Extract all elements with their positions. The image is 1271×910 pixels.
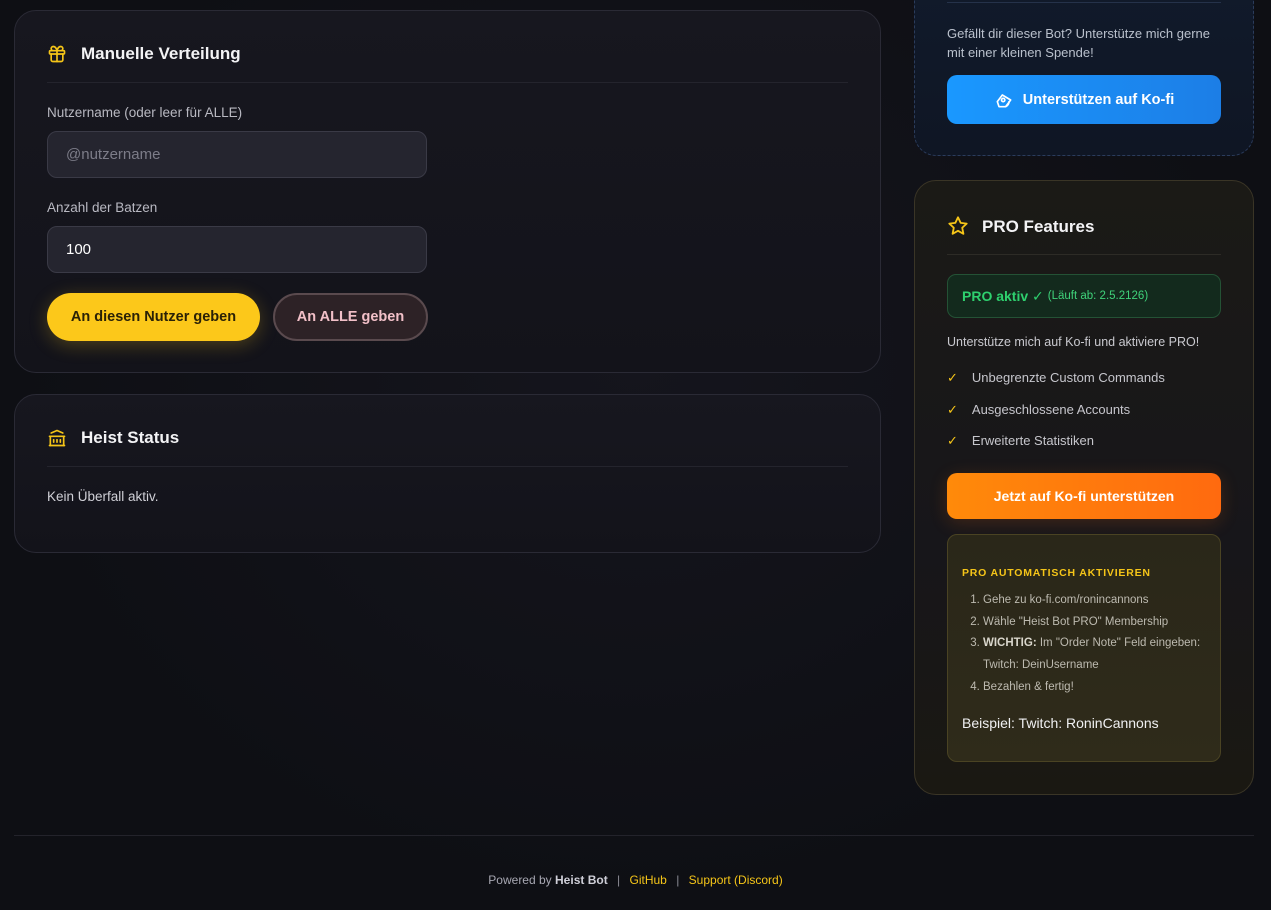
- pro-auto-title: PRO AUTOMATISCH AKTIVIEREN: [962, 567, 1151, 579]
- give-user-button[interactable]: An diesen Nutzer geben: [47, 293, 260, 341]
- amount-label: Anzahl der Batzen: [47, 200, 158, 215]
- pro-feature-item: ✓ Ausgeschlossene Accounts: [947, 402, 1221, 434]
- pro-feature-label: Ausgeschlossene Accounts: [971, 401, 1131, 417]
- heist-status-card: Heist Status Kein Überfall aktiv.: [14, 394, 881, 553]
- pro-feature-label: Unbegrenzte Custom Commands: [971, 370, 1165, 385]
- pro-auto-step: Wähle "Heist Bot PRO" Membership: [983, 612, 1208, 634]
- kofi-donate-button[interactable]: Unterstützen auf Ko-fi: [947, 75, 1221, 124]
- footer-divider: [14, 835, 1254, 836]
- kofi-donate-label: Unterstützen auf Ko-fi: [1022, 91, 1175, 108]
- check-icon: ✓: [947, 401, 958, 417]
- gift-icon: [47, 44, 67, 64]
- pro-auto-step: Gehe zu ko-fi.com/ronincannons: [983, 590, 1208, 612]
- manual-actions: An diesen Nutzer geben An ALLE geben: [47, 293, 848, 341]
- kofi-pro-button[interactable]: Jetzt auf Ko-fi unterstützen: [947, 473, 1221, 519]
- donate-text: Gefällt dir dieser Bot? Unterstütze mich…: [947, 26, 1211, 60]
- check-icon: ✓: [947, 433, 958, 448]
- kofi-cup-icon: [994, 90, 1014, 110]
- pro-feature-label: Erweiterte Statistiken: [971, 433, 1095, 448]
- footer-github-link[interactable]: GitHub: [630, 873, 667, 887]
- footer-separator: |: [617, 873, 621, 887]
- footer-separator: |: [676, 873, 680, 887]
- pro-support-text: Unterstütze mich auf Ko-fi und aktiviere…: [947, 335, 1200, 349]
- give-all-button[interactable]: An ALLE geben: [273, 293, 428, 341]
- username-input[interactable]: [47, 131, 427, 178]
- heist-status-title: Heist Status: [81, 428, 180, 447]
- pro-feature-item: ✓ Unbegrenzte Custom Commands: [947, 370, 1221, 402]
- pro-feature-item: ✓ Erweiterte Statistiken: [947, 433, 1221, 465]
- pro-auto-step: WICHTIG: Im "Order Note" Feld eingeben: …: [983, 633, 1208, 676]
- username-label: Nutzername (oder leer für ALLE): [47, 105, 243, 120]
- pro-active-label: PRO aktiv ✓: [962, 287, 1044, 304]
- footer: Powered by Heist Bot | GitHub | Support …: [0, 873, 1271, 887]
- pro-auto-activate-box: PRO AUTOMATISCH AKTIVIEREN Gehe zu ko-fi…: [947, 534, 1221, 762]
- manual-distribution-header: Manuelle Verteilung: [47, 44, 848, 83]
- footer-brand: Heist Bot: [555, 873, 608, 887]
- footer-powered-by: Powered by: [488, 873, 552, 887]
- heist-status-header: Heist Status: [47, 428, 848, 467]
- pro-active-badge: PRO aktiv ✓ (Läuft ab: 2.5.2126): [947, 274, 1221, 318]
- pro-auto-example: Beispiel: Twitch: RoninCannons: [962, 715, 1159, 731]
- pro-auto-steps: Gehe zu ko-fi.com/ronincannons Wähle "He…: [962, 590, 1208, 699]
- pro-features-header: PRO Features: [947, 215, 1221, 255]
- check-icon: ✓: [947, 370, 958, 385]
- donate-divider: [947, 2, 1221, 3]
- pro-features-title: PRO Features: [982, 217, 1095, 236]
- pro-feature-list: ✓ Unbegrenzte Custom Commands ✓ Ausgesch…: [947, 370, 1221, 465]
- pro-auto-step: Bezahlen & fertig!: [983, 677, 1208, 699]
- heist-status-text: Kein Überfall aktiv.: [47, 489, 159, 504]
- manual-distribution-title: Manuelle Verteilung: [81, 44, 241, 63]
- pro-features-card: PRO Features PRO aktiv ✓ (Läuft ab: 2.5.…: [914, 180, 1254, 795]
- pro-auto-step-important: WICHTIG:: [983, 637, 1037, 650]
- pro-active-expiry: (Läuft ab: 2.5.2126): [1047, 290, 1149, 302]
- amount-input[interactable]: [47, 226, 427, 273]
- footer-discord-link[interactable]: Support (Discord): [689, 873, 783, 887]
- manual-distribution-card: Manuelle Verteilung Nutzername (oder lee…: [14, 10, 881, 373]
- bank-icon: [47, 428, 67, 448]
- star-icon: [947, 215, 969, 237]
- donate-card: Gefällt dir dieser Bot? Unterstütze mich…: [914, 0, 1254, 156]
